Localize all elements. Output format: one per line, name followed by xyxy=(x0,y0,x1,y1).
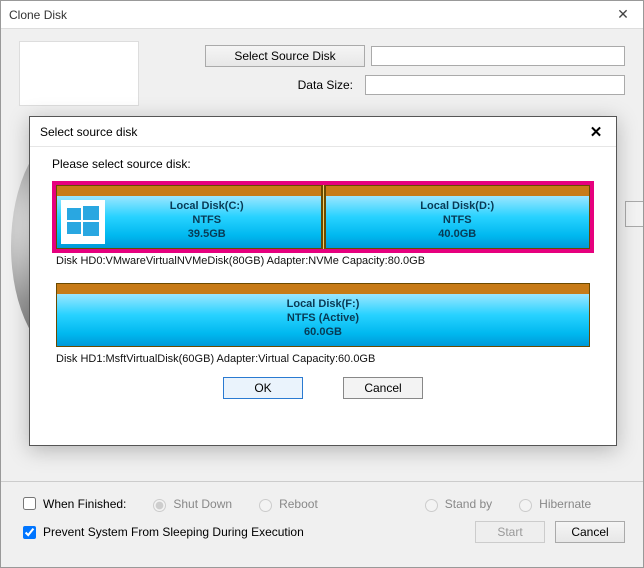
close-icon: ✕ xyxy=(590,123,603,141)
modal-cancel-button[interactable]: Cancel xyxy=(343,377,423,399)
when-finished-checkbox[interactable]: When Finished: xyxy=(19,494,126,513)
reboot-radio[interactable]: Reboot xyxy=(254,496,318,512)
partition-f[interactable]: Local Disk(F:) NTFS (Active) 60.0GB xyxy=(56,283,590,347)
disk-row[interactable]: Local Disk(C:) NTFS 39.5GB Local Disk(D:… xyxy=(52,181,594,253)
clone-disk-window: Clone Disk ✕ Select Source Disk Data Siz… xyxy=(0,0,644,568)
data-size-field[interactable] xyxy=(365,75,625,95)
window-title: Clone Disk xyxy=(9,8,67,22)
modal-instruction: Please select source disk: xyxy=(52,157,594,171)
windows-icon xyxy=(61,200,105,244)
modal-close-button[interactable]: ✕ xyxy=(576,117,616,147)
bottom-bar: When Finished: Shut Down Reboot Stand by… xyxy=(1,481,643,567)
source-thumb xyxy=(19,41,139,106)
modal-titlebar: Select source disk ✕ xyxy=(30,117,616,147)
prevent-sleep-checkbox[interactable]: Prevent System From Sleeping During Exec… xyxy=(19,523,304,542)
select-source-disk-dialog: Select source disk ✕ Please select sourc… xyxy=(29,116,617,446)
start-button[interactable]: Start xyxy=(475,521,545,543)
modal-title: Select source disk xyxy=(40,125,137,139)
disk-meta: Disk HD0:VMwareVirtualNVMeDisk(80GB) Ada… xyxy=(52,255,594,267)
close-icon: ✕ xyxy=(617,6,629,23)
window-close-button[interactable]: ✕ xyxy=(603,1,643,29)
hibernate-radio[interactable]: Hibernate xyxy=(514,496,591,512)
cancel-button[interactable]: Cancel xyxy=(555,521,625,543)
select-source-disk-button[interactable]: Select Source Disk xyxy=(205,45,365,67)
partition-d[interactable]: Local Disk(D:) NTFS 40.0GB xyxy=(325,185,591,249)
titlebar: Clone Disk ✕ xyxy=(1,1,643,29)
options-button-edge[interactable] xyxy=(625,201,643,227)
partition-c[interactable]: Local Disk(C:) NTFS 39.5GB xyxy=(56,185,322,249)
shutdown-radio[interactable]: Shut Down xyxy=(148,496,232,512)
disk-row[interactable]: Local Disk(F:) NTFS (Active) 60.0GB xyxy=(52,279,594,351)
disk-meta: Disk HD1:MsftVirtualDisk(60GB) Adapter:V… xyxy=(52,353,594,365)
source-disk-field[interactable] xyxy=(371,46,625,66)
data-size-label: Data Size: xyxy=(159,78,359,92)
main-body: Select Source Disk Data Size: xyxy=(1,29,643,128)
modal-ok-button[interactable]: OK xyxy=(223,377,303,399)
standby-radio[interactable]: Stand by xyxy=(420,496,492,512)
